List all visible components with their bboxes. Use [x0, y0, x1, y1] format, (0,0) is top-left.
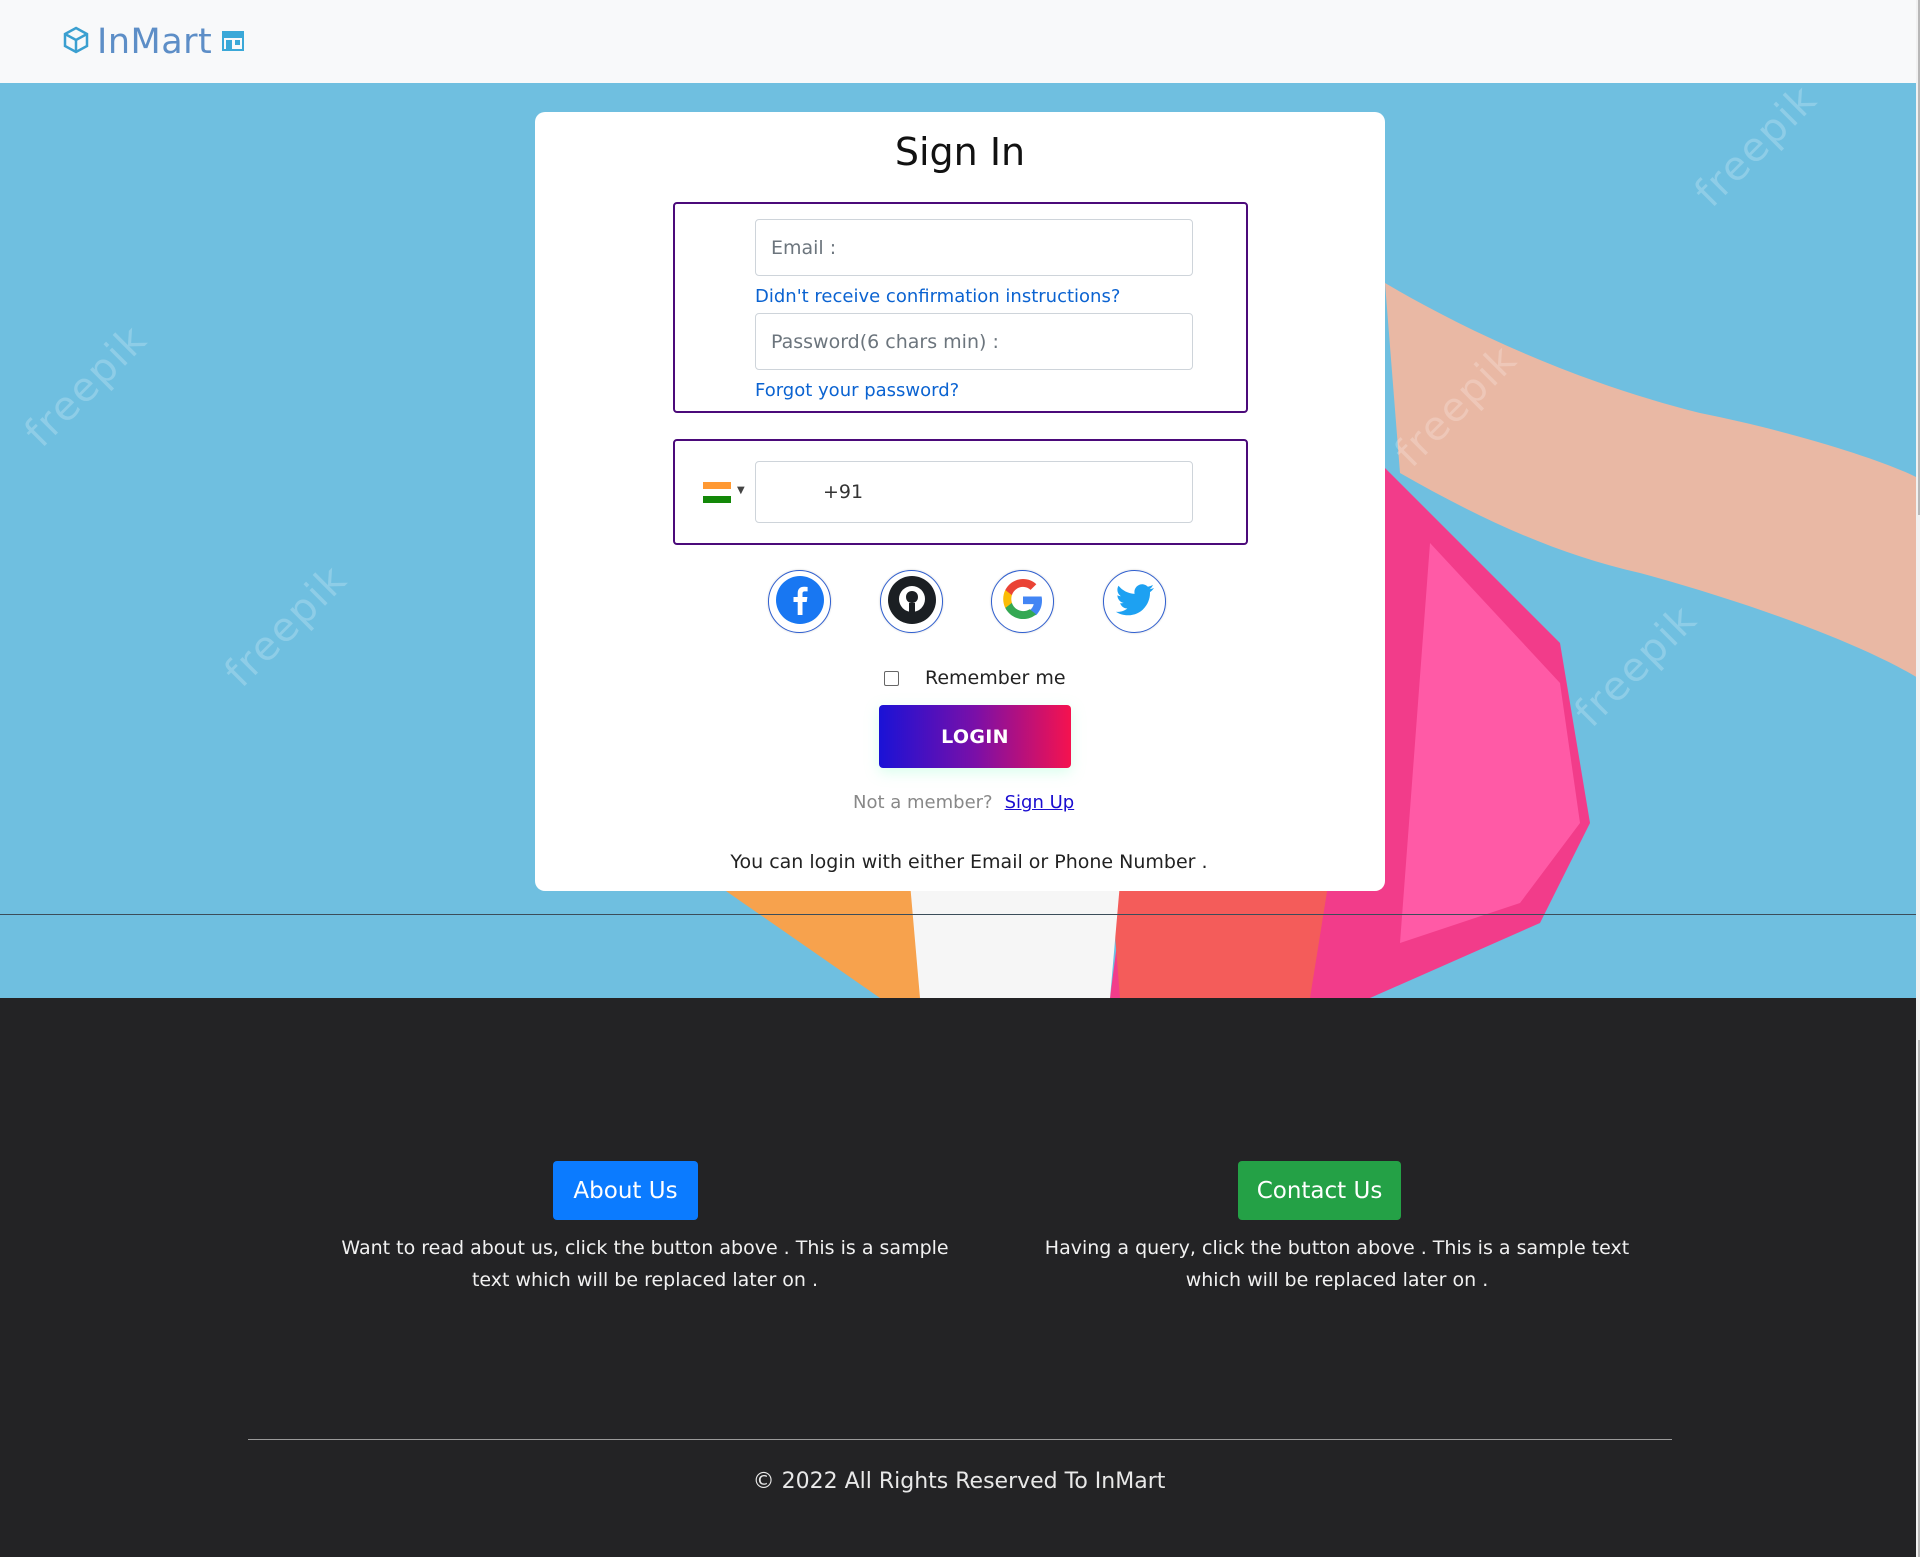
about-us-button[interactable]: About Us	[553, 1161, 698, 1220]
github-login-button[interactable]	[880, 570, 943, 633]
twitter-login-button[interactable]	[1103, 570, 1166, 633]
facebook-icon	[775, 575, 825, 629]
login-helper-text: You can login with either Email or Phone…	[730, 851, 1208, 873]
github-icon	[887, 575, 937, 629]
footer-divider	[248, 1439, 1672, 1440]
login-helper: You can login with either Email or Phone…	[0, 851, 1918, 873]
brand-link[interactable]: InMart	[63, 22, 246, 62]
remember-me-label: Remember me	[925, 667, 1066, 689]
google-login-button[interactable]	[991, 570, 1054, 633]
india-flag-icon[interactable]	[703, 482, 731, 503]
copyright-text: © 2022 All Rights Reserved To InMart	[752, 1469, 1166, 1494]
facebook-login-button[interactable]	[768, 570, 831, 633]
forgot-password-link[interactable]: Forgot your password?	[755, 380, 959, 401]
about-us-text: Want to read about us, click the button …	[341, 1237, 949, 1291]
hero-divider	[0, 914, 1918, 915]
phone-input[interactable]: +91	[755, 461, 1193, 523]
remember-me[interactable]: Remember me	[884, 667, 1066, 689]
signup-prompt: Not a member? Sign Up	[853, 792, 1074, 813]
not-member-text: Not a member?	[853, 792, 993, 813]
login-button[interactable]: LOGIN	[879, 705, 1071, 768]
navbar: InMart	[0, 0, 1918, 83]
signin-title: Sign In	[894, 130, 1026, 174]
brand-name: InMart	[97, 21, 213, 62]
twitter-icon	[1110, 575, 1160, 629]
confirmation-instructions-link[interactable]: Didn't receive confirmation instructions…	[755, 286, 1120, 307]
contact-us-button[interactable]: Contact Us	[1238, 1161, 1401, 1220]
remember-me-checkbox[interactable]	[884, 670, 899, 686]
password-input[interactable]: Password(6 chars min) :	[755, 313, 1193, 370]
shop-icon	[220, 28, 246, 56]
cube-logo-icon	[63, 26, 89, 58]
email-input[interactable]: Email :	[755, 219, 1193, 276]
google-icon	[998, 575, 1048, 629]
country-dropdown-caret-icon[interactable]: ▼	[737, 485, 745, 496]
contact-us-text: Having a query, click the button above .…	[1044, 1237, 1630, 1291]
page: InMart freepik freepik freepik freepik f…	[0, 0, 1920, 1557]
sign-up-link[interactable]: Sign Up	[1005, 792, 1075, 813]
